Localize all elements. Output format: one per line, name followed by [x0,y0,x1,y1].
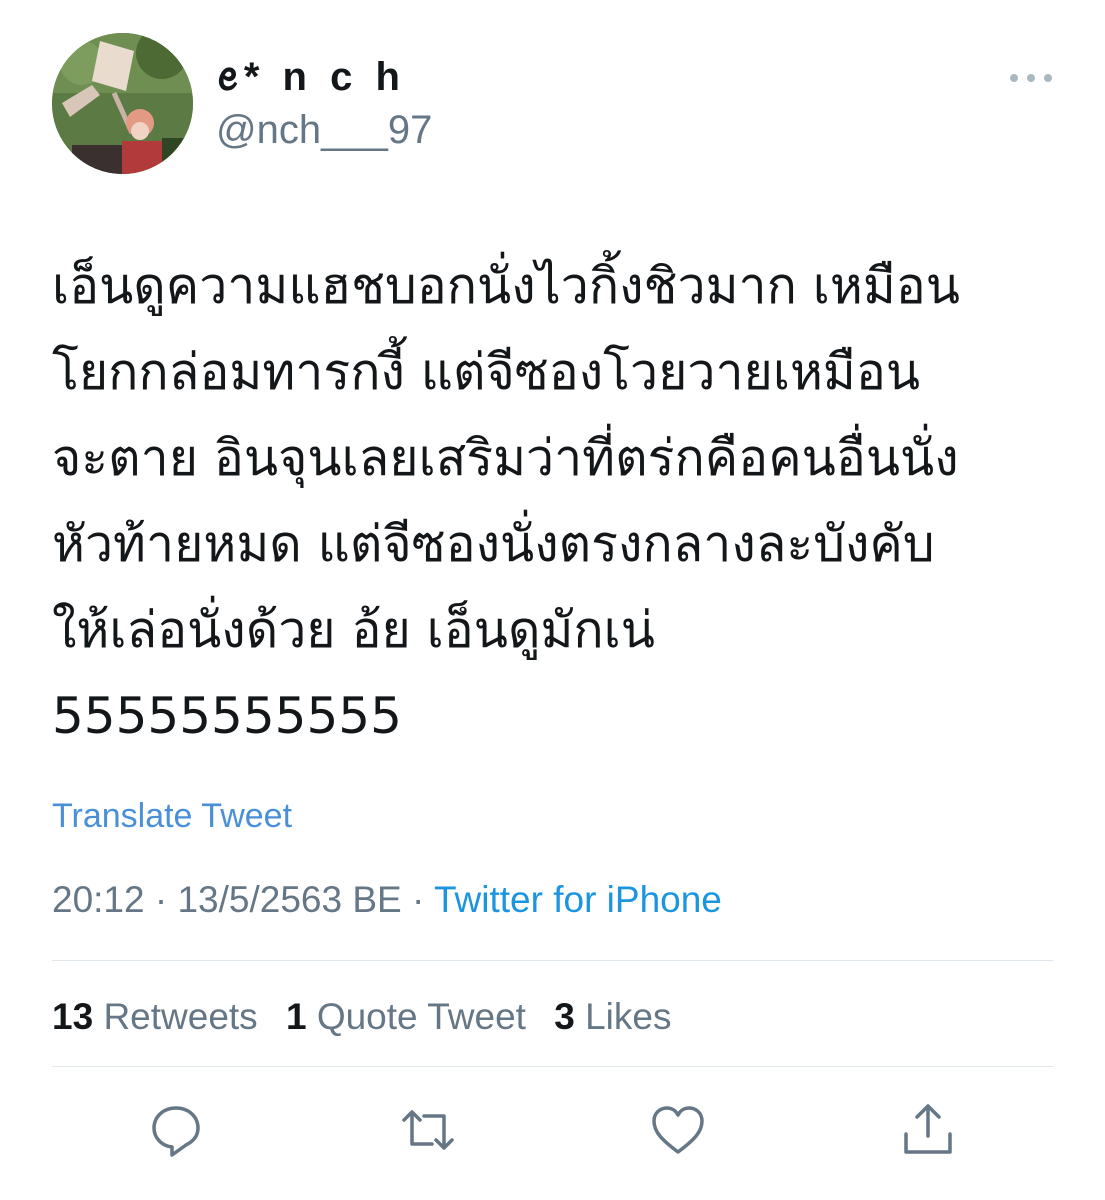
meta-separator: · [154,879,168,920]
tweet-detail: ꫀ* n c h @nch___97 เอ็นดูความแฮชบอกนั่งไ… [0,0,1105,1200]
meta-separator: · [412,879,425,920]
tweet-time[interactable]: 20:12 [52,879,145,920]
share-icon [904,1104,952,1154]
more-horizontal-icon [1010,74,1018,82]
likes-count: 3 [554,996,575,1037]
heart-icon [652,1106,704,1154]
tweet-source-link[interactable]: Twitter for iPhone [434,879,722,920]
retweets-count: 13 [52,996,94,1037]
more-dot [1027,74,1035,82]
reply-icon [152,1106,200,1157]
quote-tweets-stat[interactable]: 1 Quote Tweet [286,996,526,1037]
more-options-button[interactable] [1010,66,1052,90]
likes-label: Likes [585,996,672,1037]
action-bar [0,1100,1105,1160]
retweet-button[interactable] [398,1100,458,1160]
tweet-metadata: 20:12 · 13/5/2563 BE · Twitter for iPhon… [52,877,722,923]
retweet-icon [402,1110,454,1150]
tweet-text: เอ็นดูความแฮชบอกนั่งไวกิ้งชิวมาก เหมือน … [52,257,960,745]
engagement-stats: 13 Retweets 1 Quote Tweet 3 Likes [52,994,689,1040]
like-button[interactable] [648,1100,708,1160]
reply-button[interactable] [146,1100,206,1160]
more-dot [1044,74,1052,82]
share-button[interactable] [898,1100,958,1160]
quotes-label: Quote Tweet [316,996,526,1037]
avatar-image [52,33,193,174]
retweets-stat[interactable]: 13 Retweets [52,996,258,1037]
quotes-count: 1 [285,996,307,1037]
user-handle[interactable]: @nch___97 [216,106,432,154]
divider [52,1066,1053,1067]
retweets-label: Retweets [103,996,258,1037]
divider [52,960,1053,961]
avatar[interactable] [52,33,193,174]
translate-tweet-link[interactable]: Translate Tweet [52,795,292,837]
display-name[interactable]: ꫀ* n c h [216,52,406,102]
likes-stat[interactable]: 3 Likes [554,996,671,1037]
tweet-date[interactable]: 13/5/2563 BE [177,879,401,920]
